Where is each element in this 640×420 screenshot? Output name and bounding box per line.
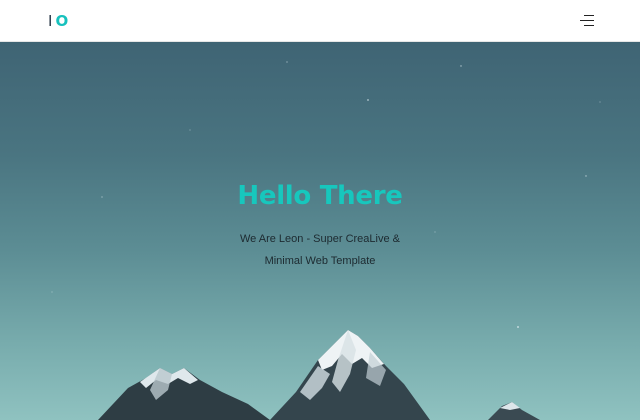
hero-section: Hello There We Are Leon - Super CreaLive… <box>0 42 640 420</box>
site-header: I O <box>0 0 640 42</box>
hero-subtitle-line-1: We Are Leon - Super CreaLive & <box>240 233 400 245</box>
logo-letter-i: I <box>48 11 53 30</box>
menu-bar-top <box>584 14 594 16</box>
hamburger-menu-icon[interactable] <box>580 14 594 27</box>
hero-subtitle-line-2: Minimal Web Template <box>264 255 376 267</box>
mountain-range-image <box>98 330 540 420</box>
menu-bar-bottom <box>584 25 594 27</box>
logo-letter-o: O <box>55 11 69 30</box>
logo[interactable]: I O <box>48 11 69 30</box>
hero-title: Hello There <box>237 181 403 211</box>
menu-bar-middle <box>580 19 594 22</box>
